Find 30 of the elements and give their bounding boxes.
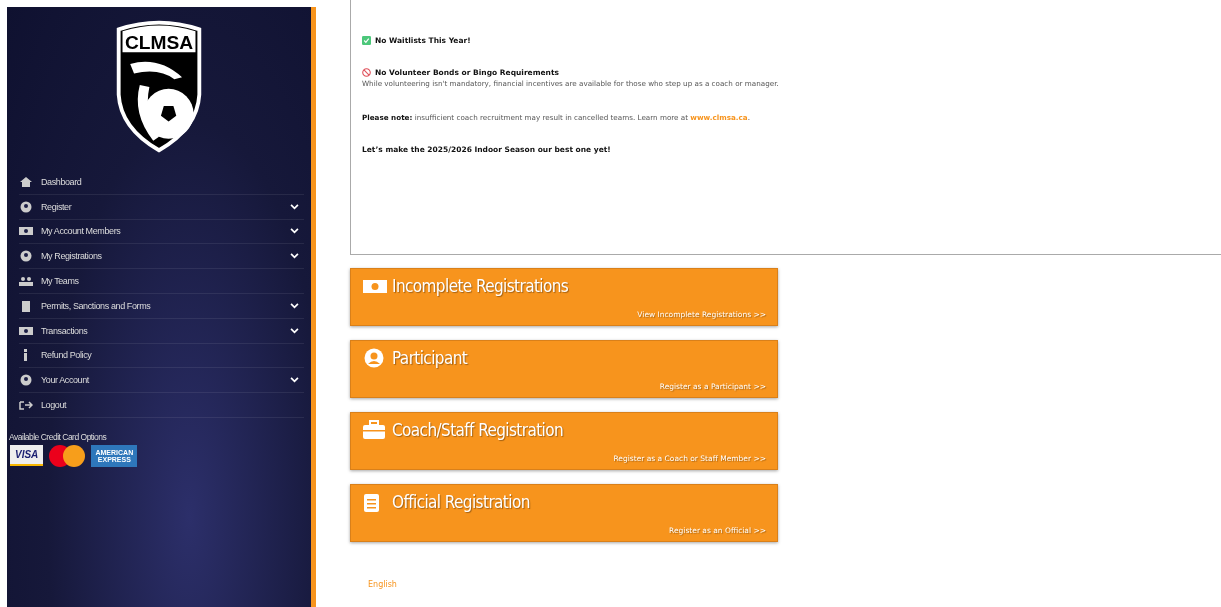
chevron-down-icon[interactable] xyxy=(290,377,299,384)
tile-title: Incomplete Registrations xyxy=(392,276,569,296)
chevron-down-icon[interactable] xyxy=(290,203,299,210)
checkbox-checked-icon xyxy=(362,36,371,45)
sidebar-item[interactable]: My Teams xyxy=(19,269,304,294)
sidebar-item[interactable]: Dashboard xyxy=(19,170,304,195)
tile-title: Coach/Staff Registration xyxy=(392,420,564,440)
tile-title: Official Registration xyxy=(392,492,530,512)
sidebar-item[interactable]: Your Account xyxy=(19,368,304,394)
credit-card-options-label: Available Credit Card Options xyxy=(8,430,108,444)
chevron-down-icon[interactable] xyxy=(290,302,299,309)
sidebar-item[interactable]: My Registrations xyxy=(19,244,304,270)
briefcase-icon xyxy=(363,420,387,440)
money-icon xyxy=(19,324,33,337)
tile-title: Participant xyxy=(392,348,468,368)
sidebar-item[interactable]: Permits, Sanctions and Forms xyxy=(19,294,304,319)
prohibited-icon xyxy=(362,68,371,77)
chevron-down-icon[interactable] xyxy=(290,327,299,334)
chevron-down-icon[interactable] xyxy=(290,253,299,260)
sign-out-icon xyxy=(19,399,33,412)
home-icon xyxy=(19,175,33,188)
sidebar-item[interactable]: Refund Policy xyxy=(19,343,304,369)
mastercard-logo xyxy=(47,443,88,468)
sidebar-item[interactable]: My Account Members xyxy=(19,219,304,245)
users-icon xyxy=(19,275,33,288)
sidebar-item[interactable]: Register xyxy=(19,194,304,220)
sidebar-item[interactable]: Transactions xyxy=(19,318,304,344)
visa-card-logo: VISA xyxy=(10,445,44,467)
sidebar-item[interactable]: Logout xyxy=(19,393,304,418)
chevron-down-icon[interactable] xyxy=(290,228,299,235)
